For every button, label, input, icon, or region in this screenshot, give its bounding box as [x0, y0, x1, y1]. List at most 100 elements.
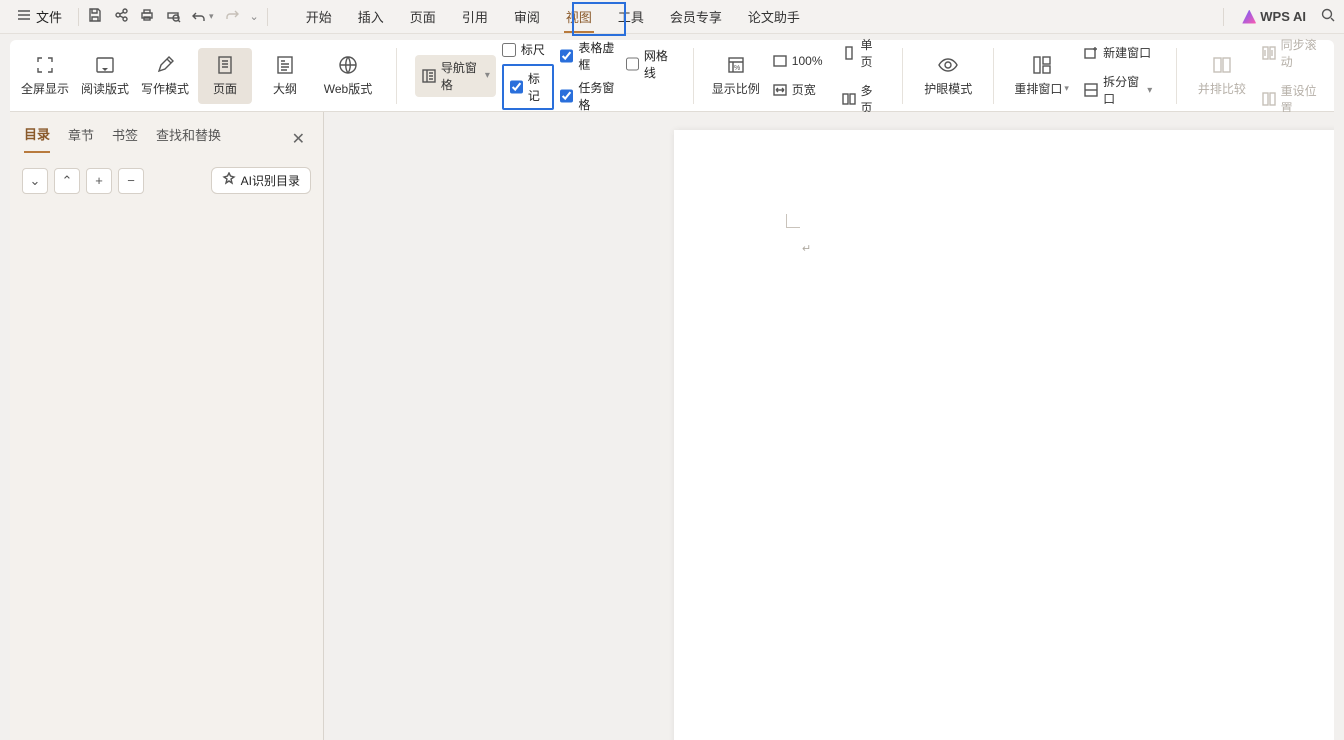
divider: [267, 8, 268, 26]
menu-bar: 文件 ▾ ⌄ 开始 插入 页面 引用 审阅 视图 工具 会员专享 论文助手 WP…: [0, 0, 1344, 34]
divider: [78, 8, 79, 26]
close-panel-button[interactable]: ✕: [288, 129, 309, 149]
writing-mode-button[interactable]: 写作模式: [138, 48, 192, 104]
document-canvas[interactable]: ↵: [324, 112, 1334, 740]
marks-input[interactable]: [510, 80, 523, 94]
share-icon[interactable]: [113, 7, 129, 26]
table-dash-input[interactable]: [560, 49, 573, 63]
wps-ai-icon: [1242, 10, 1256, 24]
main-area: 目录 章节 书签 查找和替换 ✕ ⌄ ⌃ + − AI识别目录 ↵: [10, 112, 1334, 740]
sidepanel-tab-toc[interactable]: 目录: [24, 124, 50, 153]
split-icon: [1083, 82, 1099, 98]
group-window: 重排窗口▾ 新建窗口 拆分窗口: [1004, 41, 1166, 110]
paragraph-mark: ↵: [802, 242, 811, 255]
arrange-windows-button[interactable]: 重排窗口▾: [1012, 48, 1071, 104]
gridlines-input[interactable]: [626, 57, 639, 71]
tab-reference[interactable]: 引用: [460, 1, 490, 32]
reading-icon: [94, 54, 116, 76]
sidepanel-toolbar: ⌄ ⌃ + − AI识别目录: [10, 153, 323, 208]
tab-tools[interactable]: 工具: [616, 1, 646, 32]
hamburger-icon: [16, 7, 32, 26]
minus-icon: −: [127, 173, 135, 188]
wps-ai-label: WPS AI: [1260, 9, 1306, 24]
nav-pane-button[interactable]: 导航窗格: [415, 55, 496, 97]
tab-start[interactable]: 开始: [304, 1, 334, 32]
ruler-input[interactable]: [502, 43, 516, 57]
zoom-icon: %: [725, 54, 747, 76]
sidepanel-tab-find[interactable]: 查找和替换: [156, 125, 221, 152]
outline-button[interactable]: 大纲: [258, 48, 312, 104]
reading-layout-button[interactable]: 阅读版式: [78, 48, 132, 104]
print-icon[interactable]: [139, 7, 155, 26]
nav-pane-icon: [421, 68, 437, 84]
more-quick-icon[interactable]: ⌄: [250, 10, 259, 23]
fullscreen-button[interactable]: 全屏显示: [18, 48, 72, 104]
tab-page[interactable]: 页面: [408, 1, 438, 32]
display-ratio-button[interactable]: %显示比例: [712, 48, 760, 104]
task-pane-input[interactable]: [560, 89, 573, 103]
sidepanel-tab-chapter[interactable]: 章节: [68, 125, 94, 152]
add-button[interactable]: +: [86, 168, 112, 194]
split-window-button[interactable]: 拆分窗口: [1077, 70, 1158, 110]
document-page[interactable]: ↵: [674, 130, 1334, 740]
tab-member[interactable]: 会员专享: [668, 1, 724, 32]
collapse-up-button[interactable]: ⌃: [54, 168, 80, 194]
file-menu[interactable]: 文件: [8, 3, 70, 30]
chevron-up-icon: ⌃: [62, 173, 73, 189]
page-icon: [214, 54, 236, 76]
arrange-icon: [1031, 54, 1053, 76]
expand-down-button[interactable]: ⌄: [22, 168, 48, 194]
gridlines-checkbox[interactable]: 网格线: [626, 47, 675, 81]
chevron-down-icon: ⌄: [30, 173, 41, 189]
page-width-button[interactable]: 页宽: [766, 78, 822, 101]
single-page-button[interactable]: 单页: [835, 33, 885, 73]
group-views: 全屏显示 阅读版式 写作模式 页面 大纲 Web版式: [10, 48, 386, 104]
new-window-icon: [1083, 45, 1099, 61]
navigation-panel: 目录 章节 书签 查找和替换 ✕ ⌄ ⌃ + − AI识别目录: [10, 112, 324, 740]
multi-page-icon: [841, 91, 857, 107]
task-pane-checkbox[interactable]: 任务窗格: [560, 79, 620, 113]
page-view-button[interactable]: 页面: [198, 48, 252, 104]
print-preview-icon[interactable]: [165, 7, 181, 26]
quick-access: ▾ ⌄: [87, 7, 259, 26]
tab-review[interactable]: 审阅: [512, 1, 542, 32]
page-width-icon: [772, 82, 788, 98]
file-label: 文件: [36, 7, 62, 26]
redo-button[interactable]: [224, 7, 240, 26]
divider: [1223, 8, 1224, 26]
search-icon[interactable]: [1320, 7, 1336, 26]
pen-icon: [154, 54, 176, 76]
new-window-button[interactable]: 新建窗口: [1077, 41, 1157, 64]
side-by-side-icon: [1211, 54, 1233, 76]
eye-icon: [937, 54, 959, 76]
eye-care-button[interactable]: 护眼模式: [921, 48, 975, 104]
sidepanel-tab-bookmark[interactable]: 书签: [112, 125, 138, 152]
margin-corner-icon: [786, 214, 800, 228]
group-show: 导航窗格 标尺 标记 表格虚框 任务窗格 网格线: [407, 39, 683, 113]
group-zoom: %显示比例 100% 页宽 单页 多页: [704, 33, 893, 119]
tab-thesis[interactable]: 论文助手: [746, 1, 802, 32]
side-by-side-button[interactable]: 并排比较: [1195, 48, 1248, 104]
reset-position-icon: [1261, 91, 1277, 107]
remove-button[interactable]: −: [118, 168, 144, 194]
ai-toc-button[interactable]: AI识别目录: [211, 167, 311, 194]
svg-text:%: %: [734, 65, 740, 72]
zoom-100-button[interactable]: 100%: [766, 50, 829, 72]
fullscreen-icon: [34, 54, 56, 76]
ribbon-view: 全屏显示 阅读版式 写作模式 页面 大纲 Web版式 导航窗格 标尺 标记 表格…: [10, 40, 1334, 112]
undo-button[interactable]: ▾: [191, 9, 214, 25]
sidepanel-tabs: 目录 章节 书签 查找和替换 ✕: [10, 112, 323, 153]
marks-checkbox[interactable]: 标记: [502, 64, 554, 110]
tab-view[interactable]: 视图: [564, 1, 594, 32]
globe-icon: [337, 54, 359, 76]
group-eyecare: 护眼模式: [913, 48, 983, 104]
outline-icon: [274, 54, 296, 76]
web-layout-button[interactable]: Web版式: [318, 48, 378, 104]
ruler-checkbox[interactable]: 标尺: [502, 41, 545, 58]
ribbon-tabs: 开始 插入 页面 引用 审阅 视图 工具 会员专享 论文助手: [304, 1, 802, 32]
wps-ai-button[interactable]: WPS AI: [1242, 9, 1306, 24]
sparkle-icon: [222, 172, 236, 189]
tab-insert[interactable]: 插入: [356, 1, 386, 32]
table-dash-checkbox[interactable]: 表格虚框: [560, 39, 620, 73]
save-icon[interactable]: [87, 7, 103, 26]
